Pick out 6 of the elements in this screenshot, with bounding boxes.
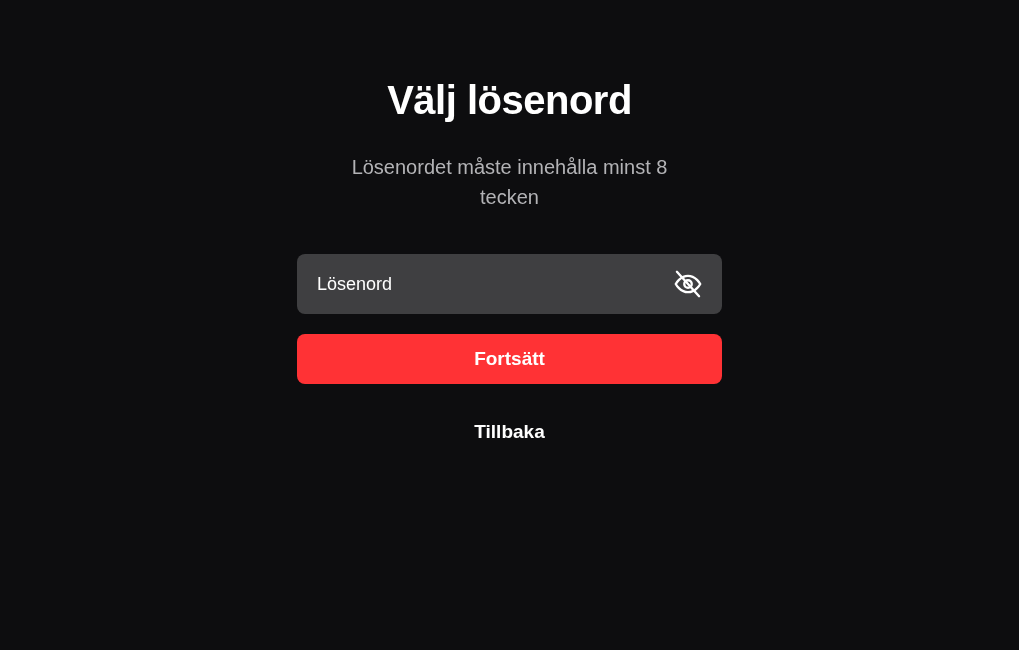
password-hint: Lösenordet måste innehålla minst 8 tecken (350, 155, 669, 210)
eye-slash-icon[interactable] (674, 270, 702, 298)
back-link[interactable]: Tillbaka (474, 418, 545, 447)
continue-button[interactable]: Fortsätt (297, 334, 722, 384)
password-field[interactable]: Lösenord (297, 254, 722, 314)
page-title: Välj lösenord (386, 77, 633, 124)
